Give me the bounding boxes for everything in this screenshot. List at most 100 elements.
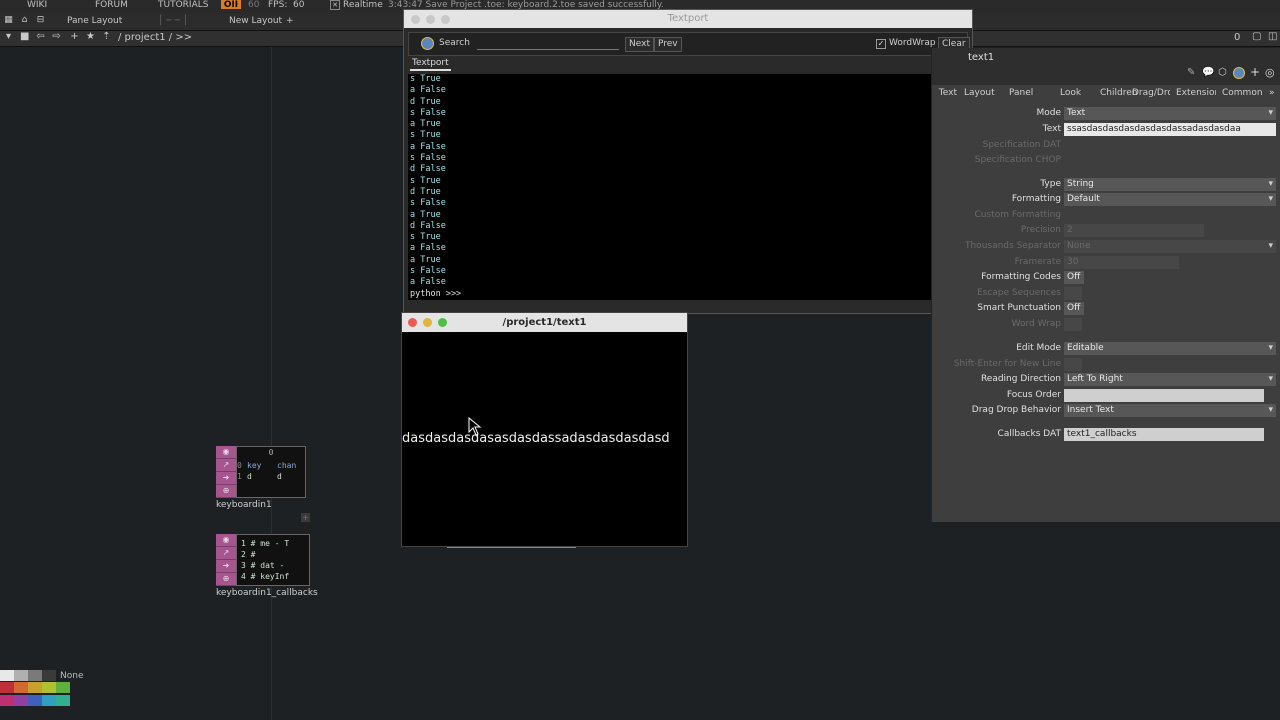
param-shift-enter: Shift-Enter for New Line [932, 358, 1280, 373]
palette-none-label[interactable]: None [60, 671, 83, 681]
close-icon[interactable] [411, 15, 420, 24]
bypass-flag-icon[interactable]: ↗ [216, 547, 236, 560]
tab-extensions[interactable]: Extensions [1176, 88, 1216, 98]
split-icon[interactable]: ⊟ [36, 16, 45, 25]
param-callbacks-dat: Callbacks DAT text1_callbacks [932, 428, 1280, 443]
edit-mode-dropdown[interactable]: Editable [1064, 342, 1276, 355]
add-layout-button[interactable]: + [286, 16, 294, 26]
formatting-codes-toggle[interactable]: Off [1064, 271, 1084, 284]
viewer-flag-icon[interactable]: ◉ [216, 534, 236, 547]
display-flag-icon[interactable]: ➜ [216, 560, 236, 573]
keyboardin1-callbacks-node[interactable]: ◉ ↗ ➜ ⊕ 1 # me - T 2 # 3 # dat - 4 # key… [216, 534, 318, 598]
realtime-checkbox[interactable]: ✕ [330, 0, 340, 10]
op-name[interactable]: text1 [968, 52, 994, 63]
color-swatch[interactable] [14, 682, 28, 693]
thousands-separator-dropdown[interactable]: None [1064, 240, 1276, 253]
precision-field[interactable]: 2 [1064, 224, 1204, 237]
color-swatch[interactable] [14, 670, 28, 681]
text-field[interactable]: ssasdasdasdasdasdasdassadasdasdaa [1064, 123, 1276, 136]
reading-direction-dropdown[interactable]: Left To Right [1064, 373, 1276, 386]
mode-dropdown[interactable]: Text [1064, 107, 1276, 120]
node-output-connector-icon[interactable]: + [301, 513, 310, 522]
tab-layout[interactable]: Layout [964, 88, 995, 98]
tab-look[interactable]: Look [1060, 88, 1081, 98]
info-icon[interactable]: ◎ [1265, 66, 1275, 79]
home-icon[interactable]: ⌂ [20, 16, 29, 25]
color-swatch[interactable] [42, 695, 56, 706]
color-swatch[interactable] [28, 682, 42, 693]
menu-forum[interactable]: FORUM [95, 0, 128, 11]
node-label[interactable]: keyboardin1_callbacks [216, 588, 318, 598]
textport-titlebar[interactable]: Textport [404, 10, 972, 28]
stop-icon[interactable]: ■ [20, 32, 29, 42]
comment-icon[interactable]: 💬 [1202, 67, 1214, 78]
layout-grid-icon[interactable]: ▦ [4, 16, 13, 25]
prev-button[interactable]: Prev [654, 37, 682, 52]
network-guide-line [271, 47, 272, 720]
framerate-field[interactable]: 30 [1064, 256, 1179, 269]
zoom-icon[interactable] [438, 318, 447, 327]
maximize-pane-icon[interactable]: ▢ [1252, 32, 1261, 42]
display-flag-icon[interactable]: ➜ [216, 472, 236, 485]
add-parameter-icon[interactable]: + [1250, 65, 1260, 79]
tab-text[interactable]: Text [921, 88, 957, 98]
callbacks-dat-field[interactable]: text1_callbacks [1064, 428, 1264, 441]
menu-tutorials[interactable]: TUTORIALS [158, 0, 208, 11]
type-dropdown[interactable]: String [1064, 178, 1276, 191]
color-swatch[interactable] [56, 695, 70, 706]
zoom-icon[interactable] [441, 15, 450, 24]
focus-order-field[interactable] [1064, 389, 1264, 402]
viewer-titlebar[interactable]: /project1/text1 [402, 313, 687, 332]
pane-layout-tab[interactable]: Pane Layout [67, 16, 122, 26]
more-tabs-icon[interactable]: » [1269, 88, 1275, 98]
formatting-dropdown[interactable]: Default [1064, 193, 1276, 206]
color-swatch[interactable] [28, 695, 42, 706]
param-formatting-codes: Formatting Codes Off [932, 271, 1280, 286]
python-icon[interactable] [1233, 67, 1245, 79]
smart-punctuation-toggle[interactable]: Off [1064, 302, 1084, 315]
lock-flag-icon[interactable]: ⊕ [216, 573, 236, 586]
bypass-flag-icon[interactable]: ↗ [216, 459, 236, 472]
word-wrap-toggle[interactable] [1064, 318, 1082, 331]
tab-textport[interactable]: Textport [410, 58, 451, 71]
new-layout-tab[interactable]: New Layout [229, 16, 282, 26]
color-swatch[interactable] [0, 670, 14, 681]
minimize-icon[interactable] [423, 318, 432, 327]
op-type-icon[interactable]: ⬡ [1218, 67, 1227, 78]
add-icon[interactable]: + [70, 32, 79, 42]
forward-icon[interactable]: ⇨ [52, 32, 61, 42]
color-swatch[interactable] [28, 670, 42, 681]
color-swatch[interactable] [42, 670, 56, 681]
viewer-flag-icon[interactable]: ◉ [216, 446, 236, 459]
next-button[interactable]: Next [625, 37, 654, 52]
color-swatch[interactable] [14, 695, 28, 706]
color-swatch[interactable] [0, 682, 14, 693]
split-pane-icon[interactable]: ◫ [1268, 32, 1277, 42]
textport-console[interactable]: s True a False d True s False a True s True a … [408, 74, 958, 300]
keyboardin1-node[interactable]: ◉ ↗ ➜ ⊕ 0 0 key chan 1dd keyboardin1 [216, 446, 312, 510]
color-swatch[interactable] [0, 695, 14, 706]
tab-panel[interactable]: Panel [1009, 88, 1033, 98]
color-swatch[interactable] [56, 682, 70, 693]
search-input[interactable] [477, 38, 619, 50]
python-icon [421, 37, 434, 50]
edit-icon[interactable]: ✎ [1187, 67, 1195, 78]
close-icon[interactable] [408, 318, 417, 327]
bookmark-icon[interactable]: ★ [86, 32, 95, 42]
color-swatch[interactable] [42, 682, 56, 693]
shift-enter-toggle[interactable] [1064, 358, 1082, 371]
tab-common[interactable]: Common [1222, 88, 1263, 98]
drag-drop-dropdown[interactable]: Insert Text [1064, 404, 1276, 417]
node-label[interactable]: keyboardin1 [216, 500, 272, 510]
menu-wiki[interactable]: WIKI [27, 0, 47, 11]
menu-chevron-icon[interactable]: ▾ [4, 32, 13, 42]
escape-sequences-toggle[interactable] [1064, 287, 1082, 300]
tab-drag-drop[interactable]: Drag/Drop [1132, 88, 1170, 98]
minimize-icon[interactable] [426, 15, 435, 24]
back-icon[interactable]: ⇦ [36, 32, 45, 42]
lock-flag-icon[interactable]: ⊕ [216, 485, 236, 498]
up-icon[interactable]: ⇡ [102, 32, 111, 42]
viewer-text-content[interactable]: dasdasdasdasasdasdassadasdasdasdasd [402, 431, 687, 446]
breadcrumb[interactable]: / project1 / >> [118, 32, 192, 43]
wordwrap-checkbox[interactable]: ✓ [876, 39, 886, 49]
